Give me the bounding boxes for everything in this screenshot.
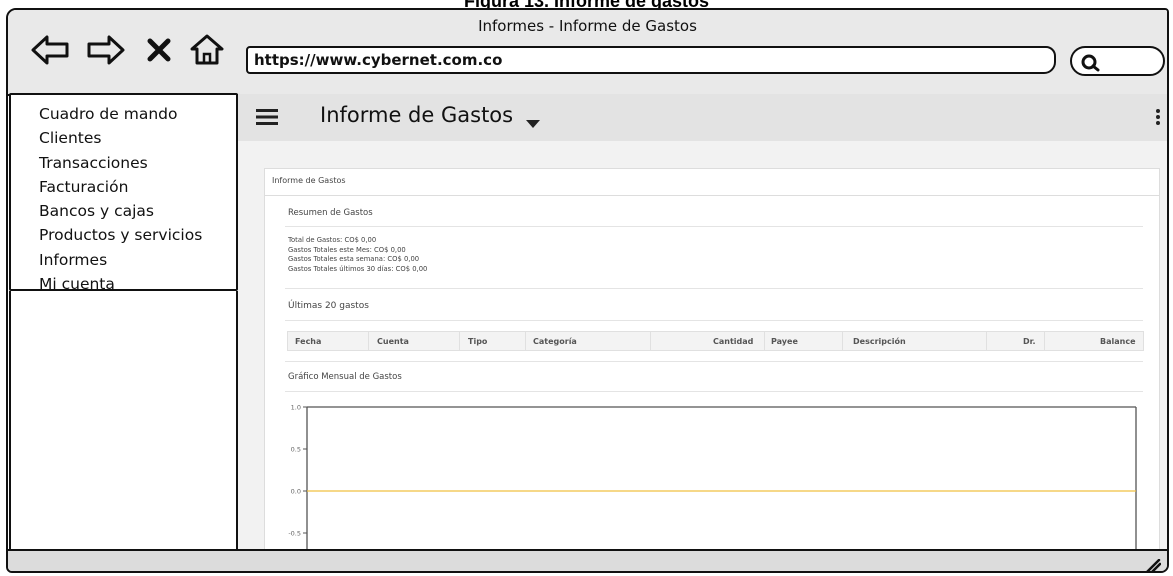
sidebar-item-cuadro-de-mando[interactable]: Cuadro de mando <box>39 102 236 126</box>
stat-total: Total de Gastos: CO$ 0,00 <box>288 236 377 244</box>
expenses-table-header: Fecha Cuenta Tipo Categoría Cantidad Pay… <box>287 331 1144 351</box>
panel-title: Informe de Gastos <box>272 176 346 185</box>
url-bar[interactable]: https://www.cybernet.com.co <box>246 46 1056 74</box>
column-separator <box>650 332 651 350</box>
monthly-expenses-chart: 1.0 0.5 0.0 -0.5 <box>288 404 1137 567</box>
divider <box>285 288 1143 289</box>
column-header-descripcion[interactable]: Descripción <box>853 337 906 346</box>
search-icon <box>1081 54 1100 72</box>
sidebar-item-informes[interactable]: Informes <box>39 248 236 272</box>
stat-month: Gastos Totales este Mes: CO$ 0,00 <box>288 245 406 254</box>
divider <box>285 391 1143 392</box>
column-separator <box>368 332 369 350</box>
browser-window: Informes - Informe de Gastos https://www… <box>6 8 1169 573</box>
browser-status-bar <box>8 549 1167 571</box>
hamburger-icon[interactable] <box>256 109 278 129</box>
column-header-payee[interactable]: Payee <box>771 337 798 346</box>
chart-y-tick-label: 0.0 <box>291 488 301 496</box>
url-text: https://www.cybernet.com.co <box>254 51 503 69</box>
stat-week: Gastos Totales esta semana: CO$ 0,00 <box>288 255 420 263</box>
sidebar-item-productos-y-servicios[interactable]: Productos y servicios <box>39 223 236 247</box>
arrow-right-icon[interactable] <box>86 33 126 67</box>
column-header-dr[interactable]: Dr. <box>1023 337 1035 346</box>
browser-search[interactable] <box>1070 46 1165 76</box>
divider <box>285 320 1143 321</box>
chart-y-tick-label: -0.5 <box>288 530 301 538</box>
latest-expenses-title: Últimas 20 gastos <box>288 301 369 311</box>
column-header-balance[interactable]: Balance <box>1100 337 1136 346</box>
column-header-tipo[interactable]: Tipo <box>468 337 487 346</box>
panel-header: Informe de Gastos <box>265 169 1159 196</box>
sidebar-item-bancos-y-cajas[interactable]: Bancos y cajas <box>39 199 236 223</box>
stat-30days: Gastos Totales últimos 30 días: CO$ 0,00 <box>288 264 428 273</box>
resize-grip-icon[interactable] <box>1145 558 1162 571</box>
column-header-cuenta[interactable]: Cuenta <box>377 337 409 346</box>
column-header-cantidad[interactable]: Cantidad <box>713 337 753 346</box>
caret-down-icon[interactable] <box>526 114 540 133</box>
window-title: Informes - Informe de Gastos <box>478 17 697 35</box>
page-title: Informe de Gastos <box>320 103 514 127</box>
close-x-icon[interactable] <box>146 37 172 71</box>
column-separator <box>525 332 526 350</box>
sidebar-item-facturacion[interactable]: Facturación <box>39 175 236 199</box>
kebab-menu-icon[interactable] <box>1155 108 1161 130</box>
chart-y-tick-label: 1.0 <box>291 404 301 412</box>
chart-title: Gráfico Mensual de Gastos <box>288 372 402 382</box>
app-header: Informe de Gastos <box>238 94 1167 141</box>
column-separator <box>986 332 987 350</box>
column-separator <box>842 332 843 350</box>
column-separator <box>1044 332 1045 350</box>
column-separator <box>459 332 460 350</box>
sidebar-item-transacciones[interactable]: Transacciones <box>39 151 236 175</box>
browser-titlebar: Informes - Informe de Gastos https://www… <box>8 10 1167 96</box>
sidebar-item-clientes[interactable]: Clientes <box>39 126 236 150</box>
divider <box>285 226 1143 227</box>
home-icon[interactable] <box>188 32 226 66</box>
report-panel: Informe de Gastos Resumen de Gastos Tota… <box>264 168 1160 567</box>
column-separator <box>764 332 765 350</box>
column-header-categoria[interactable]: Categoría <box>533 337 577 346</box>
sidebar-menu: Cuadro de mando Clientes Transacciones F… <box>9 93 238 293</box>
sidebar-empty-area <box>9 291 238 551</box>
divider <box>285 361 1143 362</box>
column-header-fecha[interactable]: Fecha <box>295 337 321 346</box>
arrow-left-icon[interactable] <box>30 33 70 67</box>
summary-title: Resumen de Gastos <box>288 208 373 218</box>
chart-y-tick-label: 0.5 <box>291 446 301 454</box>
